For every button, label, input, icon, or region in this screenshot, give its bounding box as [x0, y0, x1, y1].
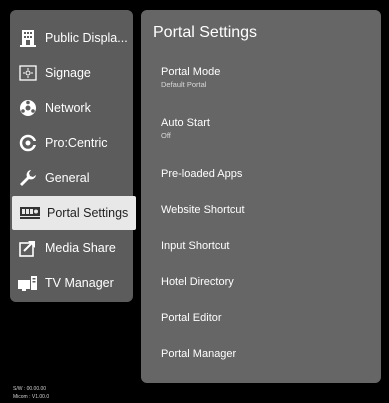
setting-label: Portal Manager [161, 348, 237, 360]
setting-value: Default Portal [161, 80, 207, 89]
menu-item-label: General [45, 171, 90, 185]
menu-item-public-display[interactable]: Public Displa... [10, 21, 133, 55]
setting-label: Hotel Directory [161, 276, 234, 288]
setting-auto-start[interactable]: Auto Start Off [161, 117, 371, 140]
setting-portal-manager[interactable]: Portal Manager [161, 348, 371, 360]
menu-item-label: Public Displa... [45, 31, 128, 45]
portal-icon [20, 203, 40, 223]
media-share-icon [18, 238, 38, 258]
setting-preloaded-apps[interactable]: Pre-loaded Apps [161, 168, 371, 180]
setting-label: Website Shortcut [161, 204, 245, 216]
menu-item-label: Portal Settings [47, 206, 129, 220]
network-icon [18, 98, 38, 118]
menu-item-label: Media Share [45, 241, 116, 255]
menu-item-tv-manager[interactable]: TV Manager [10, 266, 133, 300]
setting-label: Input Shortcut [161, 240, 230, 252]
menu-item-label: TV Manager [45, 276, 114, 290]
menu-item-general[interactable]: General [10, 161, 133, 195]
settings-category-menu: Public Displa... Signage Network Pro:Cen… [10, 10, 136, 302]
setting-label: Portal Editor [161, 312, 222, 324]
wrench-icon [18, 168, 38, 188]
setting-label: Auto Start [161, 117, 210, 129]
menu-item-label: Signage [45, 66, 91, 80]
setting-hotel-directory[interactable]: Hotel Directory [161, 276, 371, 288]
setting-website-shortcut[interactable]: Website Shortcut [161, 204, 371, 216]
menu-item-media-share[interactable]: Media Share [10, 231, 133, 265]
portal-settings-panel: Portal Settings Portal Mode Default Port… [141, 10, 381, 383]
building-icon [18, 28, 38, 48]
menu-item-network[interactable]: Network [10, 91, 133, 125]
micom-version: Micom : V1.00.0 [13, 394, 50, 400]
menu-item-signage[interactable]: Signage [10, 56, 133, 90]
menu-item-label: Pro:Centric [45, 136, 108, 150]
portal-settings-screen: Public Displa... Signage Network Pro:Cen… [0, 0, 389, 403]
tv-manager-icon [18, 273, 38, 293]
setting-portal-editor[interactable]: Portal Editor [161, 312, 371, 324]
menu-item-portal-settings[interactable]: Portal Settings [12, 196, 136, 230]
procentric-icon [18, 133, 38, 153]
setting-label: Portal Mode [161, 66, 221, 78]
signage-icon [18, 63, 38, 83]
setting-portal-mode[interactable]: Portal Mode Default Portal [161, 66, 371, 89]
panel-title: Portal Settings [153, 24, 258, 41]
setting-value: Off [161, 131, 171, 140]
menu-item-procentric[interactable]: Pro:Centric [10, 126, 133, 160]
setting-label: Pre-loaded Apps [161, 168, 243, 180]
sw-version: S/W : 00.00.00 [13, 386, 47, 392]
menu-item-label: Network [45, 101, 91, 115]
setting-input-shortcut[interactable]: Input Shortcut [161, 240, 371, 252]
